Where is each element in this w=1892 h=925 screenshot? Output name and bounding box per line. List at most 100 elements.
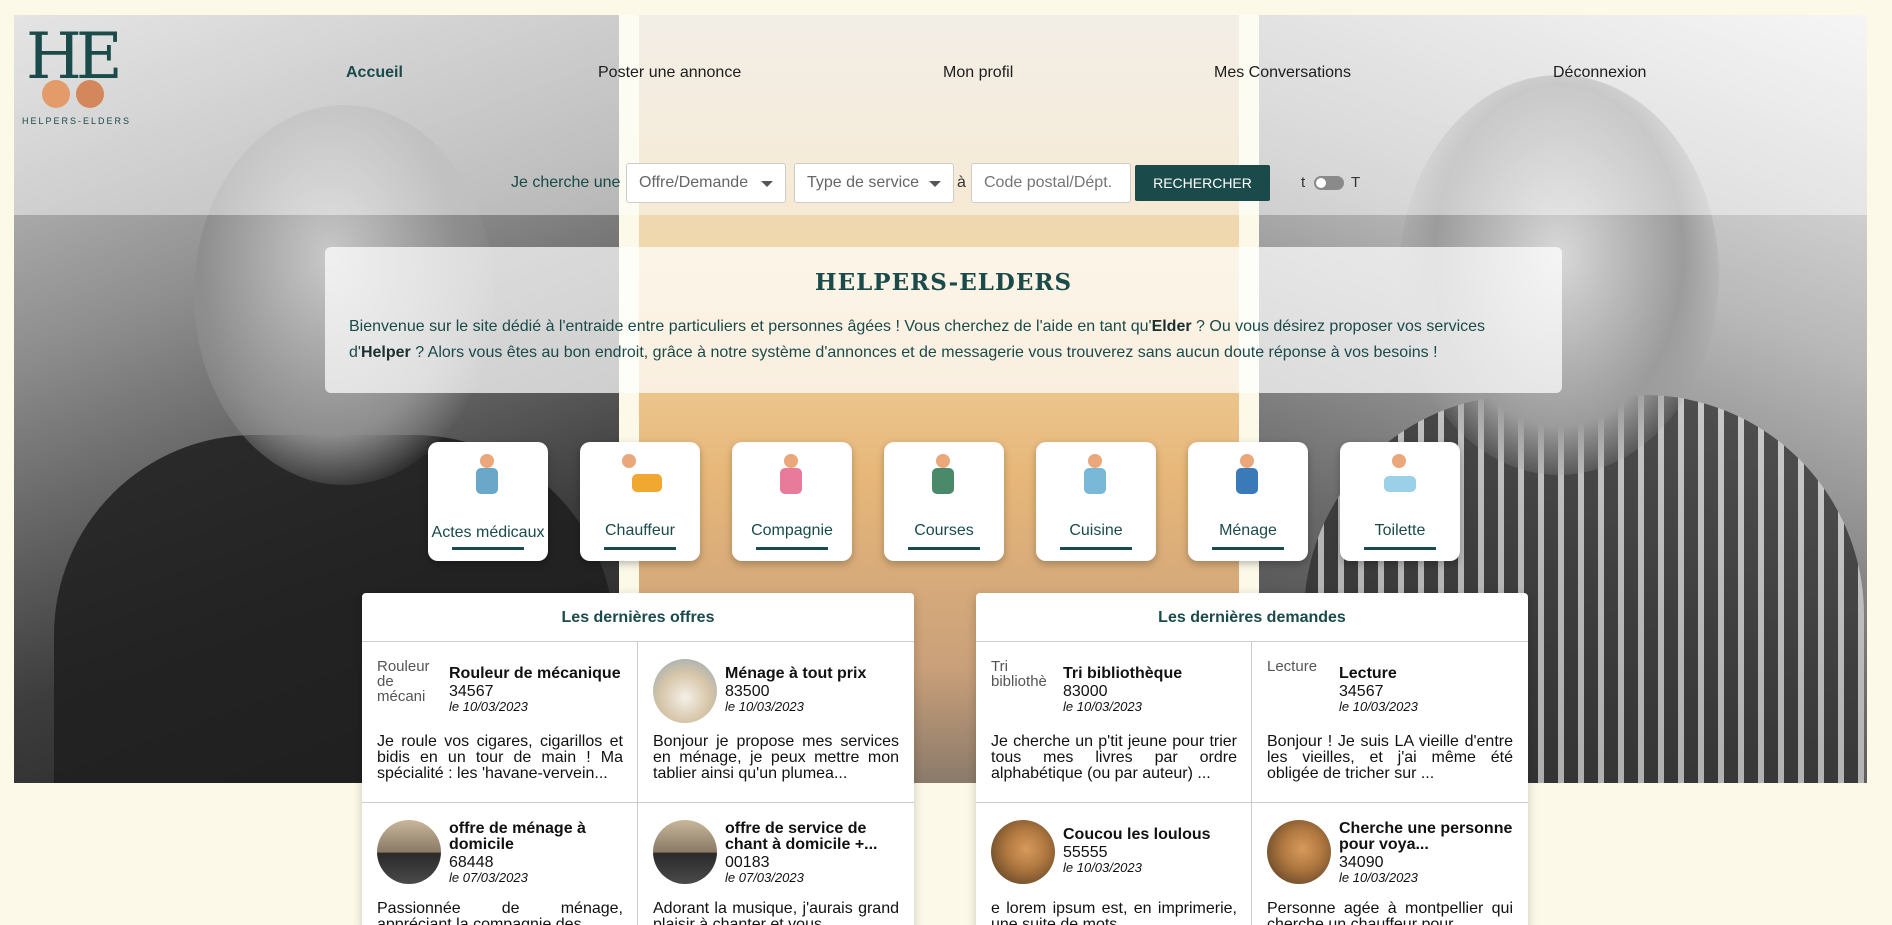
card-avatar xyxy=(991,820,1055,884)
latest-demands-panel: Les dernières demandes Tri bibliothè Tri… xyxy=(976,593,1528,925)
category-underline xyxy=(452,547,524,550)
broken-image: Tri bibliothè xyxy=(991,659,1055,723)
offer-card[interactable]: offre de ménage à domicile 68448 le 07/0… xyxy=(362,803,638,925)
card-title: Cherche une personne pour voya... xyxy=(1339,820,1513,853)
card-avatar xyxy=(653,820,717,884)
intro-text-part: Bienvenue sur le site dédié à l'entraide… xyxy=(349,318,1152,335)
intro-text: Bienvenue sur le site dédié à l'entraide… xyxy=(349,314,1538,366)
caret-down-icon xyxy=(761,181,773,187)
service-type-select[interactable]: Type de service xyxy=(794,163,954,203)
card-date: le 10/03/2023 xyxy=(1063,860,1142,875)
category-underline xyxy=(604,547,676,550)
site-logo[interactable]: HE HELPERS-ELDERS xyxy=(22,22,137,132)
intro-text-part: ? Alors vous êtes au bon endroit, grâce … xyxy=(410,344,1438,361)
logo-person-left xyxy=(42,80,70,108)
logo-people-icon xyxy=(40,70,110,110)
intro-box: HELPERS-ELDERS Bienvenue sur le site déd… xyxy=(325,247,1562,393)
card-description: Personne agée à montpellier qui cherche … xyxy=(1267,901,1513,925)
offer-card[interactable]: Rouleur de mécani Rouleur de mécanique 3… xyxy=(362,642,638,803)
category-underline xyxy=(1364,547,1436,550)
card-description: Je roule vos cigares, cigarillos et bidi… xyxy=(377,734,623,782)
bath-icon xyxy=(1380,454,1420,500)
cooking-icon xyxy=(1076,454,1116,500)
broken-image: Lecture xyxy=(1267,659,1331,723)
company-icon xyxy=(772,454,812,500)
logo-name: HELPERS-ELDERS xyxy=(22,116,132,126)
demand-card[interactable]: Tri bibliothè Tri bibliothèque 83000 le … xyxy=(976,642,1252,803)
demand-card[interactable]: Coucou les loulous 55555 le 10/03/2023 e… xyxy=(976,803,1252,925)
category-underline xyxy=(1060,547,1132,550)
card-description: Bonjour ! Je suis LA vieille d'entre les… xyxy=(1267,734,1513,782)
category-toilette[interactable]: Toilette xyxy=(1340,442,1460,561)
card-date: le 10/03/2023 xyxy=(449,699,528,714)
nav-accueil[interactable]: Accueil xyxy=(346,64,403,82)
card-title: offre de ménage à domicile xyxy=(449,820,586,853)
category-underline xyxy=(908,547,980,550)
nav-mes-conversations[interactable]: Mes Conversations xyxy=(1214,64,1351,82)
toggle-knob xyxy=(1316,178,1326,188)
category-label: Courses xyxy=(914,522,974,539)
card-description: Adorant la musique, j'aurais grand plais… xyxy=(653,901,899,925)
card-description: Je cherche un p'tit jeune pour trier tou… xyxy=(991,734,1237,782)
theme-toggle[interactable] xyxy=(1314,176,1344,190)
card-avatar xyxy=(1267,820,1331,884)
toggle-label-left: t xyxy=(1301,174,1306,191)
cleaning-icon xyxy=(1228,454,1268,500)
category-label: Ménage xyxy=(1219,522,1277,539)
card-title: Lecture xyxy=(1339,665,1397,682)
category-label: Cuisine xyxy=(1069,522,1123,539)
category-menage[interactable]: Ménage xyxy=(1188,442,1308,561)
offer-card[interactable]: Ménage à tout prix 83500 le 10/03/2023 B… xyxy=(638,642,914,803)
category-label: Chauffeur xyxy=(605,522,675,539)
category-chauffeur[interactable]: Chauffeur xyxy=(580,442,700,561)
card-date: le 07/03/2023 xyxy=(725,870,804,885)
card-description: e lorem ipsum est, en imprimerie, une su… xyxy=(991,901,1237,925)
nav-mon-profil[interactable]: Mon profil xyxy=(943,64,1013,82)
category-label: Toilette xyxy=(1374,522,1426,539)
card-title: offre de service de chant à domicile +..… xyxy=(725,820,878,853)
car-icon xyxy=(620,454,662,500)
demand-card[interactable]: Cherche une personne pour voya... 34090 … xyxy=(1252,803,1528,925)
offer-card[interactable]: offre de service de chant à domicile +..… xyxy=(638,803,914,925)
search-button[interactable]: RECHERCHER xyxy=(1135,165,1270,201)
category-label: Compagnie xyxy=(751,522,833,539)
panel-title: Les dernières demandes xyxy=(976,593,1528,642)
nav-poster-annonce[interactable]: Poster une annonce xyxy=(598,64,741,82)
nav-deconnexion[interactable]: Déconnexion xyxy=(1553,64,1646,82)
offer-demand-select[interactable]: Offre/Demande xyxy=(626,163,786,203)
search-label: Je cherche une xyxy=(511,174,621,191)
hero-background xyxy=(14,15,1867,783)
latest-offers-panel: Les dernières offres Rouleur de mécani R… xyxy=(362,593,914,925)
demand-card[interactable]: Lecture Lecture 34567 le 10/03/2023 Bonj… xyxy=(1252,642,1528,803)
logo-person-right xyxy=(76,80,104,108)
card-date: le 10/03/2023 xyxy=(1339,699,1418,714)
caret-down-icon xyxy=(929,181,941,187)
panel-title: Les dernières offres xyxy=(362,593,914,642)
card-description: Bonjour je propose mes services en ménag… xyxy=(653,734,899,782)
category-cuisine[interactable]: Cuisine xyxy=(1036,442,1156,561)
service-type-value: Type de service xyxy=(807,174,920,191)
location-label: à xyxy=(957,174,966,191)
intro-helper: Helper xyxy=(360,344,411,361)
zip-input[interactable] xyxy=(971,163,1131,203)
category-compagnie[interactable]: Compagnie xyxy=(732,442,852,561)
category-courses[interactable]: Courses xyxy=(884,442,1004,561)
broken-image: Rouleur de mécani xyxy=(377,659,441,723)
category-underline xyxy=(1212,547,1284,550)
shopping-icon xyxy=(924,454,964,500)
card-date: le 07/03/2023 xyxy=(449,870,528,885)
card-title: Rouleur de mécanique xyxy=(449,665,621,682)
medical-icon xyxy=(468,454,508,500)
category-label: Actes médicaux xyxy=(431,524,545,541)
card-avatar xyxy=(653,659,717,723)
card-description: Passionnée de ménage, appréciant la comp… xyxy=(377,901,623,925)
category-actes-medicaux[interactable]: Actes médicaux xyxy=(428,442,548,561)
card-title: Tri bibliothèque xyxy=(1063,665,1183,682)
offer-demand-value: Offre/Demande xyxy=(639,174,749,191)
category-underline xyxy=(756,547,828,550)
card-date: le 10/03/2023 xyxy=(1339,870,1418,885)
card-title: Ménage à tout prix xyxy=(725,665,867,682)
intro-title: HELPERS-ELDERS xyxy=(814,269,1073,296)
card-date: le 10/03/2023 xyxy=(725,699,804,714)
card-date: le 10/03/2023 xyxy=(1063,699,1142,714)
